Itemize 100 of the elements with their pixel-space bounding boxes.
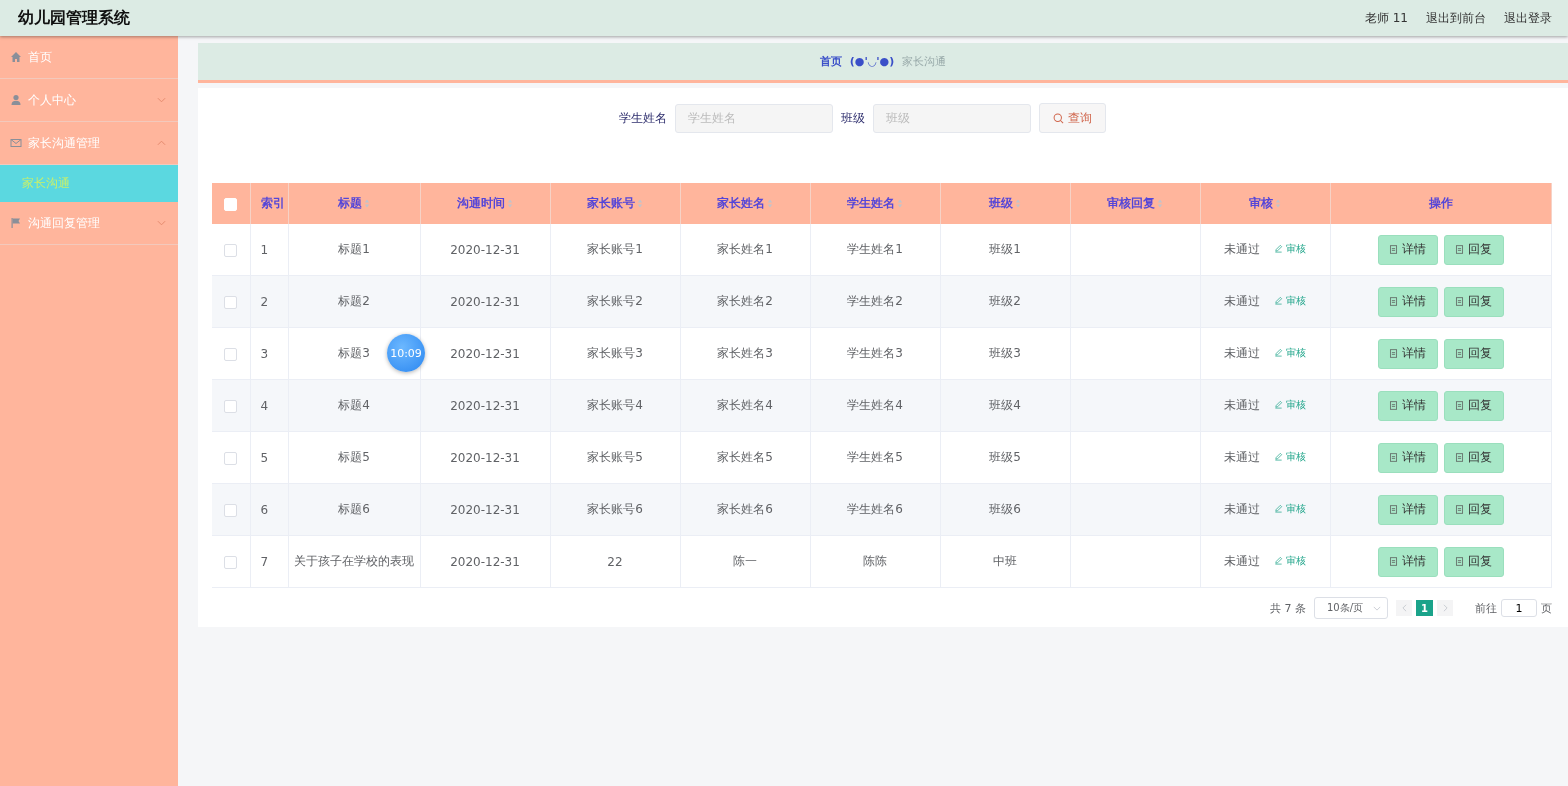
table-cell: 班级5 xyxy=(989,450,1021,464)
document-icon xyxy=(1389,505,1399,514)
action-button[interactable]: 详情 xyxy=(1377,546,1438,577)
breadcrumb-item[interactable]: 首页 xyxy=(819,54,842,69)
search-button[interactable]: 查询 xyxy=(1038,103,1106,133)
table-cell: 班级3 xyxy=(989,346,1021,360)
action-button[interactable]: 回复 xyxy=(1443,286,1504,317)
action-button[interactable]: 回复 xyxy=(1443,494,1504,525)
next-page-button[interactable] xyxy=(1437,600,1453,616)
document-icon xyxy=(1389,557,1399,566)
column-header[interactable]: 审核回复 xyxy=(1070,183,1200,224)
mail-icon xyxy=(10,137,22,149)
prev-page-button[interactable] xyxy=(1396,600,1412,616)
column-header[interactable]: 学生姓名 xyxy=(810,183,940,224)
column-header[interactable]: 索引 xyxy=(250,183,288,224)
status-text: 未通过 xyxy=(1224,450,1261,464)
action-button[interactable]: 详情 xyxy=(1377,286,1438,317)
breadcrumb-separator: (●'◡'●) xyxy=(849,55,895,68)
page-size-select[interactable]: 10条/页 xyxy=(1314,597,1388,619)
field-label: 学生姓名 xyxy=(618,109,667,127)
action-button[interactable]: 回复 xyxy=(1443,338,1504,369)
document-icon xyxy=(1389,297,1399,306)
review-link[interactable]: 审核 xyxy=(1273,449,1306,464)
sort-icon xyxy=(1015,199,1021,208)
action-button[interactable]: 详情 xyxy=(1377,494,1438,525)
review-link[interactable]: 审核 xyxy=(1273,293,1306,308)
table-cell: 2020-12-31 xyxy=(450,554,520,569)
table-cell: 学生姓名2 xyxy=(847,294,903,308)
action-button[interactable]: 详情 xyxy=(1377,338,1438,369)
column-header[interactable]: 家长姓名 xyxy=(680,183,810,224)
document-icon xyxy=(1455,297,1465,306)
column-header[interactable]: 审核 xyxy=(1200,183,1330,224)
home-icon xyxy=(10,51,22,63)
table-cell: 标题3 xyxy=(338,346,370,360)
table-cell: 2020-12-31 xyxy=(450,242,520,257)
page-unit: 页 xyxy=(1541,600,1552,616)
document-icon xyxy=(1455,245,1465,254)
status-text: 未通过 xyxy=(1224,398,1261,412)
table-cell: 班级6 xyxy=(989,502,1021,516)
table-cell: 家长账号3 xyxy=(587,346,643,360)
table-cell: 2 xyxy=(260,294,269,309)
review-link[interactable]: 审核 xyxy=(1273,501,1306,516)
table-cell: 4 xyxy=(260,398,269,413)
sort-icon xyxy=(1275,199,1281,208)
table-cell: 学生姓名1 xyxy=(847,242,903,256)
chevron-down-icon xyxy=(1373,605,1381,611)
table-cell: 2020-12-31 xyxy=(450,502,520,517)
table-cell: 陈陈 xyxy=(863,554,887,568)
column-header[interactable]: 沟通时间 xyxy=(420,183,550,224)
table-cell: 中班 xyxy=(993,554,1017,568)
action-button[interactable]: 详情 xyxy=(1377,390,1438,421)
edit-icon xyxy=(1273,556,1283,565)
review-link[interactable]: 审核 xyxy=(1273,397,1306,412)
page-input[interactable]: 1 xyxy=(1501,599,1537,617)
user-icon xyxy=(10,94,22,106)
row-checkbox[interactable] xyxy=(224,295,238,309)
document-icon xyxy=(1455,349,1465,358)
action-button[interactable]: 回复 xyxy=(1443,234,1504,265)
table-cell: 家长姓名6 xyxy=(717,502,773,516)
select-all-checkbox[interactable] xyxy=(224,197,238,211)
action-button[interactable]: 回复 xyxy=(1443,546,1504,577)
header-link[interactable]: 退出登录 xyxy=(1504,9,1552,27)
review-link[interactable]: 审核 xyxy=(1273,553,1306,568)
table-cell: 标题2 xyxy=(338,294,370,308)
column-header[interactable]: 家长账号 xyxy=(550,183,680,224)
breadcrumb-item: 家长沟通 xyxy=(902,54,947,69)
table-cell: 2020-12-31 xyxy=(450,346,520,361)
document-icon xyxy=(1455,557,1465,566)
table-cell: 22 xyxy=(607,554,623,569)
table-cell: 家长账号5 xyxy=(587,450,643,464)
column-header[interactable]: 班级 xyxy=(940,183,1070,224)
row-checkbox[interactable] xyxy=(224,503,238,517)
review-link[interactable]: 审核 xyxy=(1273,241,1306,256)
sort-icon xyxy=(637,199,643,208)
action-button[interactable]: 详情 xyxy=(1377,442,1438,473)
action-button[interactable]: 回复 xyxy=(1443,442,1504,473)
action-button[interactable]: 详情 xyxy=(1377,234,1438,265)
row-checkbox[interactable] xyxy=(224,451,238,465)
row-checkbox[interactable] xyxy=(224,243,238,257)
column-header[interactable]: 标题 xyxy=(288,183,420,224)
total-count: 共 7 条 xyxy=(1270,600,1306,616)
field-label: 班级 xyxy=(840,109,865,127)
table-cell: 家长姓名1 xyxy=(717,242,773,256)
table-cell: 学生姓名4 xyxy=(847,398,903,412)
row-checkbox[interactable] xyxy=(224,555,238,569)
flag-icon xyxy=(10,217,22,229)
table-cell: 2020-12-31 xyxy=(450,294,520,309)
review-link[interactable]: 审核 xyxy=(1273,345,1306,360)
header-link[interactable]: 退出到前台 xyxy=(1426,9,1486,27)
row-checkbox[interactable] xyxy=(224,347,238,361)
table-cell: 家长账号1 xyxy=(587,242,643,256)
table-cell: 5 xyxy=(260,450,269,465)
row-checkbox[interactable] xyxy=(224,399,238,413)
column-header[interactable]: 操作 xyxy=(1330,183,1552,224)
page-button[interactable]: 1 xyxy=(1416,600,1433,616)
action-button[interactable]: 回复 xyxy=(1443,390,1504,421)
chevron-left-icon xyxy=(1401,604,1407,612)
edit-icon xyxy=(1273,400,1283,409)
status-text: 未通过 xyxy=(1224,346,1261,360)
table-cell: 班级1 xyxy=(989,242,1021,256)
